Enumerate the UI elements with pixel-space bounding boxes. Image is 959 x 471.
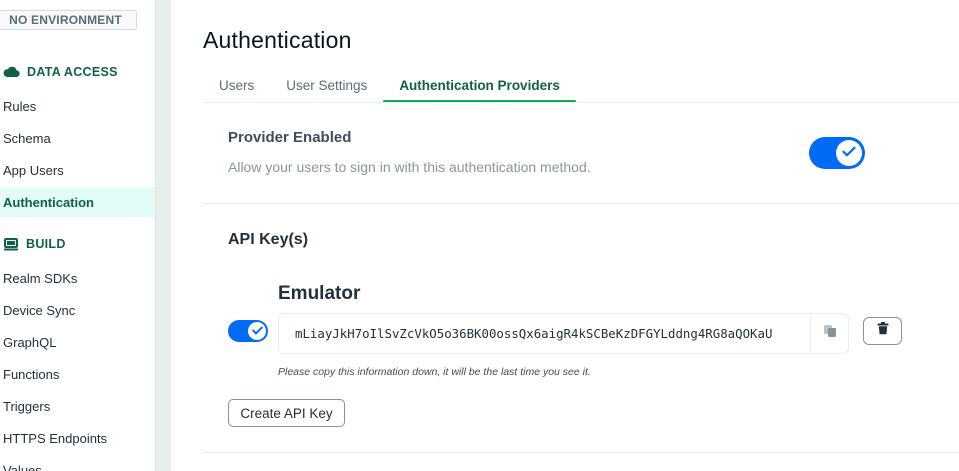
api-keys-title: API Key(s)	[228, 231, 309, 248]
sidebar-item-https-endpoints[interactable]: HTTPS Endpoints	[0, 423, 155, 453]
cloud-icon	[3, 66, 20, 78]
page-title: Authentication	[203, 27, 352, 53]
build-heading: BUILD	[3, 235, 66, 253]
trash-icon	[877, 322, 889, 340]
sidebar-scrollbar[interactable]	[155, 0, 171, 471]
toggle-knob	[248, 322, 266, 340]
api-key-enabled-toggle[interactable]	[228, 320, 268, 342]
provider-enabled-toggle[interactable]	[809, 137, 865, 169]
check-icon	[842, 144, 856, 162]
copy-key-button[interactable]	[810, 314, 848, 353]
copy-icon	[823, 324, 837, 343]
tab-user-settings[interactable]: User Settings	[270, 70, 383, 100]
build-heading-label: BUILD	[26, 237, 66, 251]
toggle-knob	[836, 140, 862, 166]
create-api-key-button[interactable]: Create API Key	[228, 399, 345, 427]
sidebar-item-triggers[interactable]: Triggers	[0, 391, 155, 421]
sidebar-item-values[interactable]: Values	[0, 455, 155, 471]
sidebar-item-schema[interactable]: Schema	[0, 123, 155, 153]
sidebar: NO ENVIRONMENT DATA ACCESS Rules Schema …	[0, 0, 155, 471]
api-key-field: mLiayJkH7oIlSvZcVkO5o36BK00ossQx6aigR4kS…	[278, 313, 849, 354]
data-access-heading-label: DATA ACCESS	[27, 65, 118, 79]
tabs-divider	[203, 102, 959, 103]
check-icon	[251, 322, 263, 340]
environment-badge[interactable]: NO ENVIRONMENT	[0, 10, 137, 30]
tab-bar: Users User Settings Authentication Provi…	[203, 70, 576, 103]
sidebar-item-rules[interactable]: Rules	[0, 91, 155, 121]
sidebar-item-realm-sdks[interactable]: Realm SDKs	[0, 263, 155, 293]
api-key-name: Emulator	[278, 283, 361, 304]
copy-warning-note: Please copy this information down, it wi…	[278, 366, 591, 378]
sidebar-item-device-sync[interactable]: Device Sync	[0, 295, 155, 325]
section-divider-bottom	[203, 452, 959, 453]
delete-key-button[interactable]	[863, 317, 902, 345]
sidebar-item-authentication[interactable]: Authentication	[0, 187, 155, 217]
sidebar-item-functions[interactable]: Functions	[0, 359, 155, 389]
section-divider	[203, 203, 959, 204]
tab-users[interactable]: Users	[203, 70, 270, 100]
api-key-value[interactable]: mLiayJkH7oIlSvZcVkO5o36BK00ossQx6aigR4kS…	[279, 326, 810, 341]
monitor-icon	[3, 237, 19, 251]
data-access-heading: DATA ACCESS	[3, 63, 118, 81]
provider-enabled-description: Allow your users to sign in with this au…	[228, 159, 591, 175]
sidebar-item-graphql[interactable]: GraphQL	[0, 327, 155, 357]
provider-enabled-title: Provider Enabled	[228, 129, 352, 146]
tab-authentication-providers[interactable]: Authentication Providers	[383, 70, 576, 103]
sidebar-item-app-users[interactable]: App Users	[0, 155, 155, 185]
